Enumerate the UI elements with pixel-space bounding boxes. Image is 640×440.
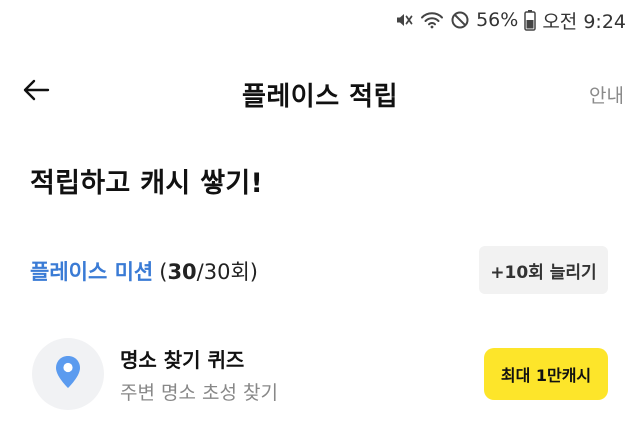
mission-count-current: 30	[167, 260, 197, 284]
mission-count: (30/30회)	[159, 260, 258, 284]
item-title: 명소 찾기 퀴즈	[120, 348, 245, 372]
item-subtitle: 주변 명소 초성 찾기	[120, 382, 278, 404]
app-bar: 플레이스 적립 안내	[0, 60, 640, 124]
wifi-icon	[420, 10, 444, 30]
extend-missions-button[interactable]: +10회 늘리기	[479, 246, 608, 294]
mission-count-rest: /30회)	[196, 260, 258, 284]
reward-button[interactable]: 최대 1만캐시	[484, 348, 608, 400]
map-pin-icon	[55, 355, 81, 393]
status-bar: 56% 오전 9:24	[0, 0, 640, 40]
guide-link[interactable]: 안내	[589, 81, 624, 108]
mute-icon	[394, 10, 414, 30]
status-icons: 56% 오전 9:24	[394, 6, 626, 34]
battery-percent: 56%	[476, 9, 519, 31]
do-not-disturb-icon	[450, 10, 470, 30]
item-icon-badge	[32, 338, 104, 410]
mission-row: 플레이스 미션 (30/30회) +10회 늘리기	[30, 246, 608, 294]
battery-icon	[524, 9, 537, 31]
page-title: 플레이스 적립	[241, 82, 399, 112]
mission-label: 플레이스 미션 (30/30회)	[30, 256, 258, 286]
mission-item[interactable]: 명소 찾기 퀴즈 주변 명소 초성 찾기 최대 1만캐시	[32, 336, 608, 412]
mission-name: 플레이스 미션	[30, 260, 154, 284]
clock: 오전 9:24	[542, 10, 626, 33]
headline: 적립하고 캐시 쌓기!	[30, 168, 264, 199]
